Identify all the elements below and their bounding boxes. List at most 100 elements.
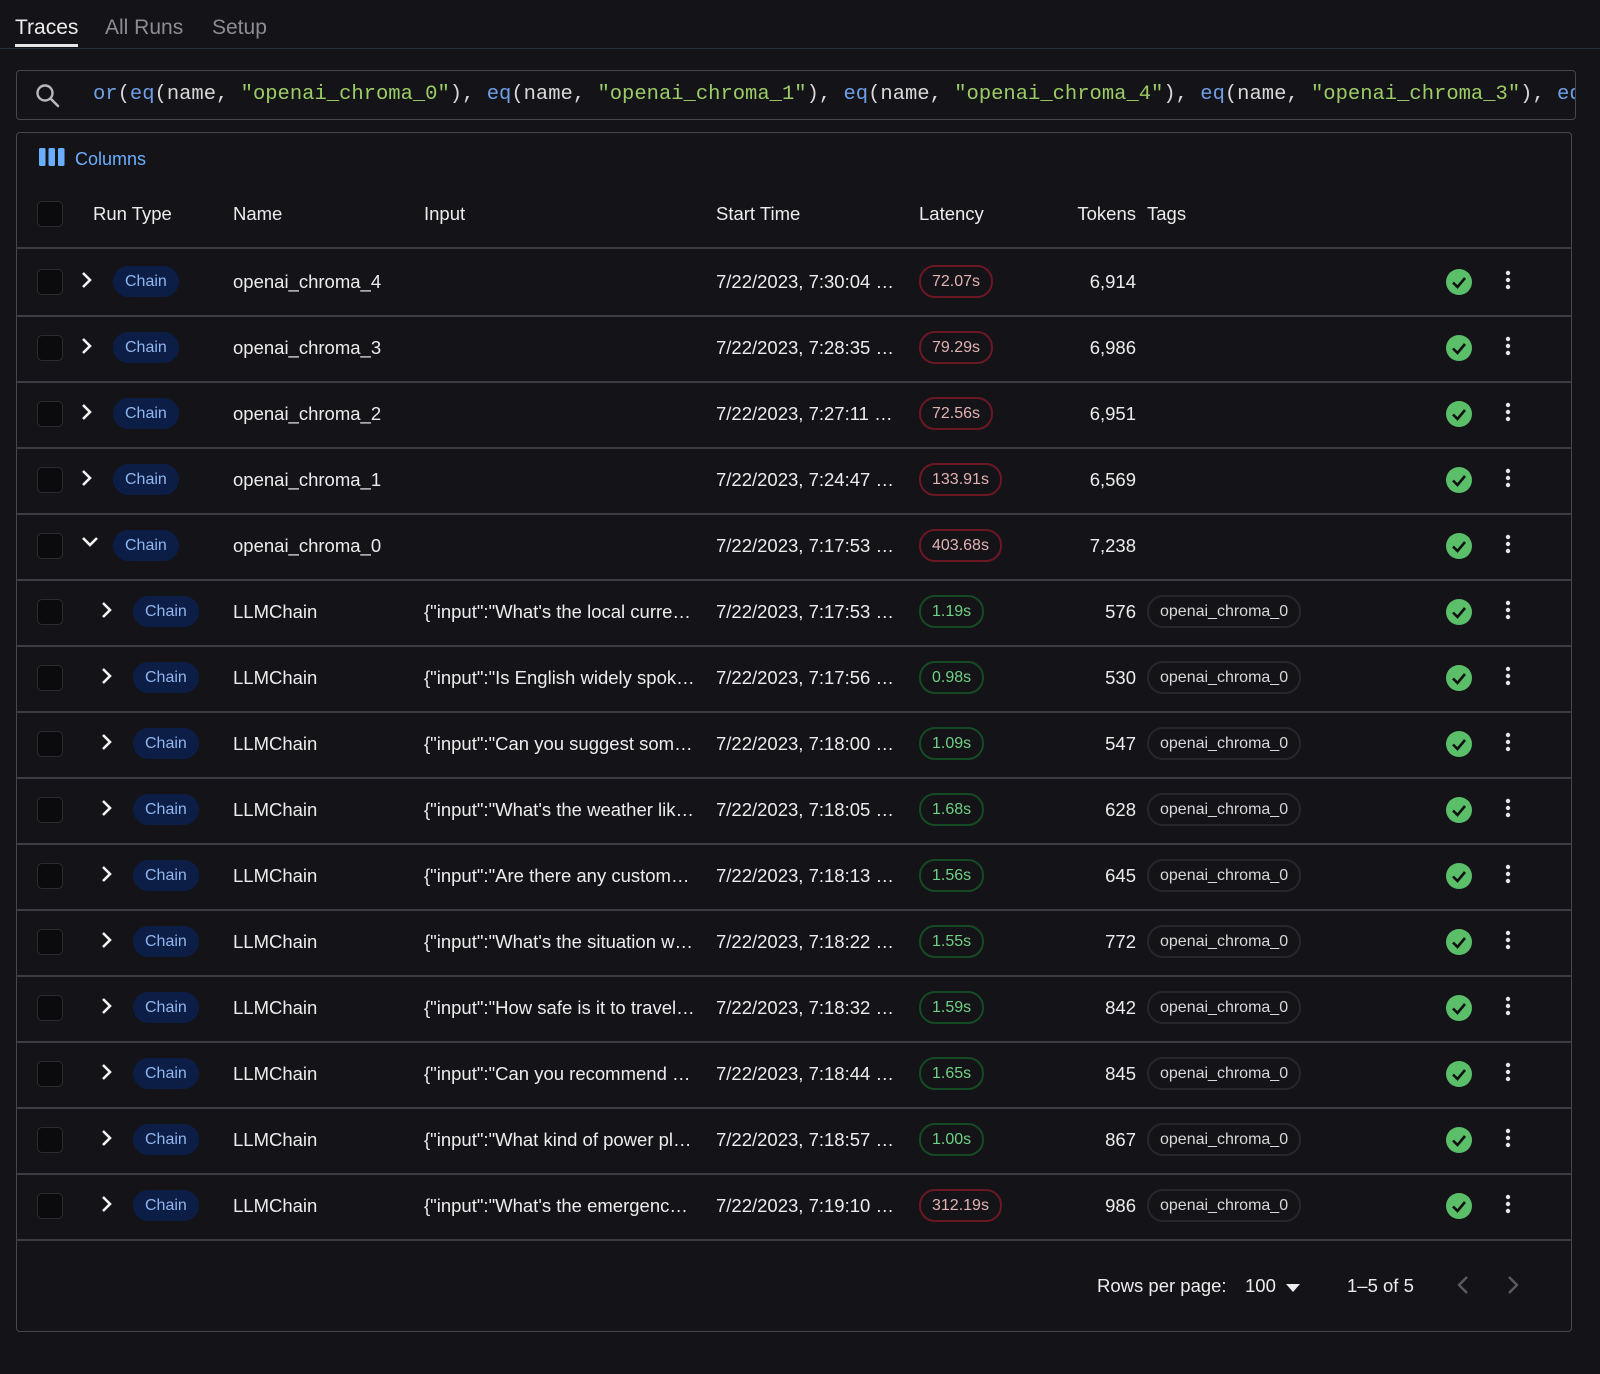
expand-row-button[interactable] — [81, 469, 99, 489]
table-row[interactable]: Chain openai_chroma_2 7/22/2023, 7:27:11 …… — [17, 381, 1571, 449]
expand-row-button[interactable] — [101, 667, 119, 687]
more-options-button[interactable] — [1505, 996, 1511, 1021]
run-name[interactable]: openai_chroma_4 — [233, 271, 381, 293]
run-name[interactable]: LLMChain — [233, 865, 317, 887]
more-options-button[interactable] — [1505, 1194, 1511, 1219]
row-checkbox[interactable] — [37, 599, 63, 625]
run-name[interactable]: LLMChain — [233, 931, 317, 953]
run-name[interactable]: openai_chroma_0 — [233, 535, 381, 557]
run-name[interactable]: LLMChain — [233, 667, 317, 689]
tag-chip[interactable]: openai_chroma_0 — [1147, 925, 1302, 958]
more-options-button[interactable] — [1505, 1128, 1511, 1153]
next-page-button[interactable] — [1507, 1275, 1519, 1300]
row-checkbox[interactable] — [37, 335, 63, 361]
more-options-button[interactable] — [1505, 864, 1511, 889]
run-name[interactable]: LLMChain — [233, 601, 317, 623]
row-checkbox[interactable] — [37, 797, 63, 823]
tag-chip[interactable]: openai_chroma_0 — [1147, 595, 1302, 628]
expand-row-button[interactable] — [101, 1195, 119, 1215]
row-checkbox[interactable] — [37, 863, 63, 889]
tag-chip[interactable]: openai_chroma_0 — [1147, 1189, 1302, 1222]
tab-setup[interactable]: Setup — [212, 16, 267, 47]
run-name[interactable]: LLMChain — [233, 997, 317, 1019]
run-name[interactable]: LLMChain — [233, 799, 317, 821]
row-checkbox[interactable] — [37, 929, 63, 955]
run-name[interactable]: LLMChain — [233, 1063, 317, 1085]
table-row[interactable]: Chain LLMChain {"input":"What kind of powe… — [17, 1107, 1571, 1175]
more-options-button[interactable] — [1505, 534, 1511, 559]
rows-per-page-select[interactable]: 100 — [1245, 1275, 1300, 1297]
run-name[interactable]: LLMChain — [233, 733, 317, 755]
table-row[interactable]: Chain openai_chroma_3 7/22/2023, 7:28:35 …… — [17, 315, 1571, 383]
more-options-button[interactable] — [1505, 798, 1511, 823]
table-row[interactable]: Chain LLMChain {"input":"What's the situat… — [17, 909, 1571, 977]
more-options-button[interactable] — [1505, 270, 1511, 295]
previous-page-button[interactable] — [1457, 1275, 1469, 1300]
tag-chip[interactable]: openai_chroma_0 — [1147, 793, 1302, 826]
row-checkbox[interactable] — [37, 1193, 63, 1219]
table-row[interactable]: Chain LLMChain {"input":"Are there any cus… — [17, 843, 1571, 911]
header-start-time[interactable]: Start Time — [716, 203, 800, 225]
search-query-text[interactable]: or(eq(name, "openai_chroma_0"), eq(name,… — [93, 83, 1575, 106]
run-name[interactable]: LLMChain — [233, 1129, 317, 1151]
more-options-button[interactable] — [1505, 468, 1511, 493]
more-options-button[interactable] — [1505, 336, 1511, 361]
run-name[interactable]: openai_chroma_2 — [233, 403, 381, 425]
row-checkbox[interactable] — [37, 269, 63, 295]
expand-row-button[interactable] — [101, 997, 119, 1017]
tag-chip[interactable]: openai_chroma_0 — [1147, 661, 1302, 694]
row-checkbox[interactable] — [37, 467, 63, 493]
table-row[interactable]: Chain LLMChain {"input":"What's the emerge… — [17, 1173, 1571, 1241]
expand-row-button[interactable] — [101, 931, 119, 951]
table-row[interactable]: Chain LLMChain {"input":"Can you recommend… — [17, 1041, 1571, 1109]
expand-row-button[interactable] — [101, 799, 119, 819]
expand-row-button[interactable] — [101, 733, 119, 753]
table-row[interactable]: Chain openai_chroma_1 7/22/2023, 7:24:47 …… — [17, 447, 1571, 515]
expand-row-button[interactable] — [101, 865, 119, 885]
table-row[interactable]: Chain openai_chroma_4 7/22/2023, 7:30:04 …… — [17, 249, 1571, 317]
expand-row-button[interactable] — [81, 403, 99, 423]
expand-row-button[interactable] — [101, 1063, 119, 1083]
header-tags[interactable]: Tags — [1147, 203, 1186, 225]
row-checkbox[interactable] — [37, 1127, 63, 1153]
run-name[interactable]: LLMChain — [233, 1195, 317, 1217]
more-options-button[interactable] — [1505, 930, 1511, 955]
more-options-button[interactable] — [1505, 1062, 1511, 1087]
header-input[interactable]: Input — [424, 203, 465, 225]
tag-chip[interactable]: openai_chroma_0 — [1147, 1057, 1302, 1090]
search-input[interactable]: or(eq(name, "openai_chroma_0"), eq(name,… — [16, 70, 1576, 120]
table-row[interactable]: Chain LLMChain {"input":"Is English widely… — [17, 645, 1571, 713]
collapse-row-button[interactable] — [81, 535, 99, 555]
tab-traces[interactable]: Traces — [15, 16, 79, 47]
table-row[interactable]: Chain LLMChain {"input":"Can you suggest s… — [17, 711, 1571, 779]
more-options-button[interactable] — [1505, 600, 1511, 625]
more-options-button[interactable] — [1505, 732, 1511, 757]
tab-all-runs[interactable]: All Runs — [105, 16, 183, 47]
header-tokens[interactable]: Tokens — [1077, 203, 1136, 225]
tag-chip[interactable]: openai_chroma_0 — [1147, 991, 1302, 1024]
row-checkbox[interactable] — [37, 731, 63, 757]
expand-row-button[interactable] — [101, 601, 119, 621]
row-checkbox[interactable] — [37, 401, 63, 427]
header-run-type[interactable]: Run Type — [93, 203, 172, 225]
row-checkbox[interactable] — [37, 665, 63, 691]
run-name[interactable]: openai_chroma_3 — [233, 337, 381, 359]
tag-chip[interactable]: openai_chroma_0 — [1147, 727, 1302, 760]
expand-row-button[interactable] — [81, 337, 99, 357]
expand-row-button[interactable] — [101, 1129, 119, 1149]
table-row[interactable]: Chain LLMChain {"input":"What's the local … — [17, 579, 1571, 647]
select-all-checkbox[interactable] — [37, 201, 63, 227]
table-row[interactable]: Chain LLMChain {"input":"How safe is it to… — [17, 975, 1571, 1043]
tag-chip[interactable]: openai_chroma_0 — [1147, 1123, 1302, 1156]
more-options-button[interactable] — [1505, 402, 1511, 427]
row-checkbox[interactable] — [37, 533, 63, 559]
row-checkbox[interactable] — [37, 1061, 63, 1087]
expand-row-button[interactable] — [81, 271, 99, 291]
table-row[interactable]: Chain openai_chroma_0 7/22/2023, 7:17:53 …… — [17, 513, 1571, 581]
header-name[interactable]: Name — [233, 203, 282, 225]
header-latency[interactable]: Latency — [919, 203, 984, 225]
tag-chip[interactable]: openai_chroma_0 — [1147, 859, 1302, 892]
row-checkbox[interactable] — [37, 995, 63, 1021]
columns-button[interactable]: Columns — [39, 147, 146, 172]
table-row[interactable]: Chain LLMChain {"input":"What's the weathe… — [17, 777, 1571, 845]
